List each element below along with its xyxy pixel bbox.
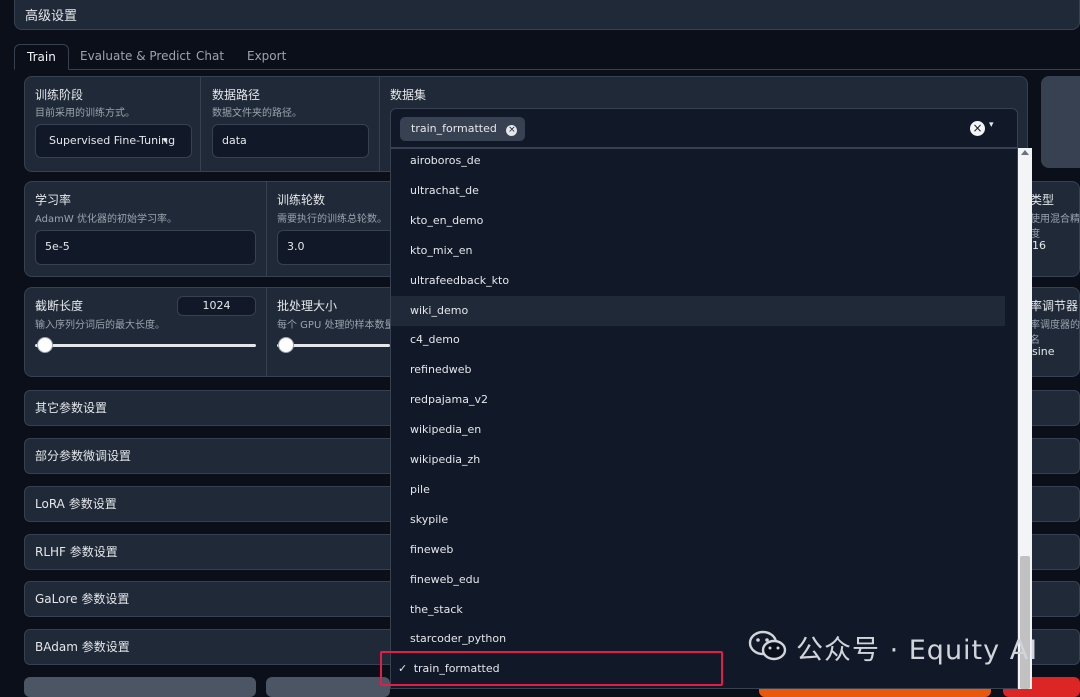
dropdown-option[interactable]: fineweb — [391, 535, 1005, 565]
divider — [266, 288, 267, 376]
training-stage-select[interactable]: Supervised Fine-Tuning ▾ — [35, 124, 192, 158]
dropdown-option[interactable]: pile — [391, 475, 1005, 505]
precision-type-value[interactable]: 16 — [1032, 239, 1046, 252]
dropdown-option[interactable]: wikipedia_zh — [391, 445, 1005, 475]
tab-train[interactable]: Train — [14, 44, 69, 70]
divider — [379, 77, 380, 171]
cutoff-desc: 输入序列分词后的最大长度。 — [35, 320, 165, 331]
learning-rate-label: 学习率 — [35, 193, 72, 207]
epochs-desc: 需要执行的训练总轮数。 — [277, 214, 387, 225]
highlight-box — [380, 651, 723, 686]
training-stage-label: 训练阶段 — [35, 88, 84, 102]
tab-export[interactable]: Export — [247, 44, 286, 70]
side-button[interactable] — [1041, 76, 1080, 168]
batch-size-label: 批处理大小 — [277, 299, 338, 313]
data-path-input[interactable]: data — [212, 124, 369, 158]
training-stage-desc: 目前采用的训练方式。 — [35, 108, 135, 119]
preview-command-button[interactable] — [24, 677, 256, 697]
batch-size-slider-handle[interactable] — [278, 337, 294, 353]
dropdown-option[interactable]: kto_mix_en — [391, 236, 1005, 266]
lr-scheduler-label: 率调节器 — [1030, 299, 1079, 313]
watermark-text: 公众号 · Equity AI — [796, 635, 1039, 666]
clear-icon[interactable]: × — [970, 121, 985, 136]
dropdown-option[interactable]: refinedweb — [391, 355, 1005, 385]
dataset-chip[interactable]: train_formatted × — [400, 117, 526, 141]
lr-scheduler-desc: 率调度器的名 — [1030, 320, 1080, 346]
cutoff-number-input[interactable]: 1024 — [177, 296, 256, 316]
chevron-down-icon: ▾ — [163, 136, 168, 146]
precision-type-desc: 使用混合精度 — [1030, 214, 1080, 240]
data-path-label: 数据路径 — [212, 88, 261, 102]
advanced-settings-header[interactable]: 高级设置 — [14, 0, 1080, 30]
dropdown-scrollbar-thumb[interactable] — [1020, 556, 1030, 689]
precision-type-label: 类型 — [1030, 193, 1055, 207]
dropdown-option[interactable]: wikipedia_en — [391, 415, 1005, 445]
dropdown-option[interactable]: fineweb_edu — [391, 565, 1005, 595]
dropdown-option[interactable]: ultrachat_de — [391, 176, 1005, 206]
dropdown-option[interactable]: redpajama_v2 — [391, 385, 1005, 415]
lr-scheduler-value[interactable]: sine — [1032, 345, 1055, 358]
divider — [266, 182, 267, 276]
dropdown-option[interactable]: kto_en_demo — [391, 206, 1005, 236]
dataset-multiselect[interactable]: train_formatted × × ▾ — [390, 108, 1018, 148]
wechat-icon — [748, 629, 788, 663]
tab-evaluate-predict[interactable]: Evaluate & Predict — [80, 44, 191, 70]
cutoff-slider-handle[interactable] — [37, 337, 53, 353]
dropdown-option[interactable]: ultrafeedback_kto — [391, 266, 1005, 296]
divider — [200, 77, 201, 171]
dataset-chip-label: train_formatted — [411, 122, 497, 135]
dataset-label: 数据集 — [390, 88, 427, 102]
epochs-label: 训练轮数 — [277, 193, 326, 207]
save-args-button[interactable] — [266, 677, 390, 697]
advanced-settings-title: 高级设置 — [25, 9, 78, 24]
scroll-up-arrow-icon[interactable] — [1021, 150, 1029, 155]
dropdown-option[interactable]: the_stack — [391, 595, 1005, 625]
training-stage-value: Supervised Fine-Tuning — [49, 134, 176, 147]
chevron-down-icon[interactable]: ▾ — [989, 109, 994, 141]
dropdown-option[interactable]: skypile — [391, 505, 1005, 535]
learning-rate-input[interactable]: 5e-5 — [35, 230, 256, 265]
dropdown-option-hovered[interactable]: wiki_demo — [391, 296, 1005, 326]
tab-chat[interactable]: Chat — [196, 44, 224, 70]
learning-rate-desc: AdamW 优化器的初始学习率。 — [35, 214, 177, 225]
dropdown-option[interactable]: c4_demo — [391, 325, 1005, 355]
batch-size-desc: 每个 GPU 处理的样本数量 — [277, 320, 395, 331]
data-path-desc: 数据文件夹的路径。 — [212, 108, 302, 119]
dropdown-option[interactable]: airoboros_de — [391, 149, 1005, 176]
cutoff-slider-track[interactable] — [35, 344, 256, 347]
dataset-dropdown-list: airoboros_de ultrachat_de kto_en_demo kt… — [390, 148, 1018, 689]
epochs-input[interactable]: 3.0 — [277, 230, 392, 265]
tab-bar: Train Evaluate & Predict Chat Export — [14, 44, 1080, 70]
chip-close-icon[interactable]: × — [506, 125, 518, 136]
cutoff-label: 截断长度 — [35, 299, 84, 313]
